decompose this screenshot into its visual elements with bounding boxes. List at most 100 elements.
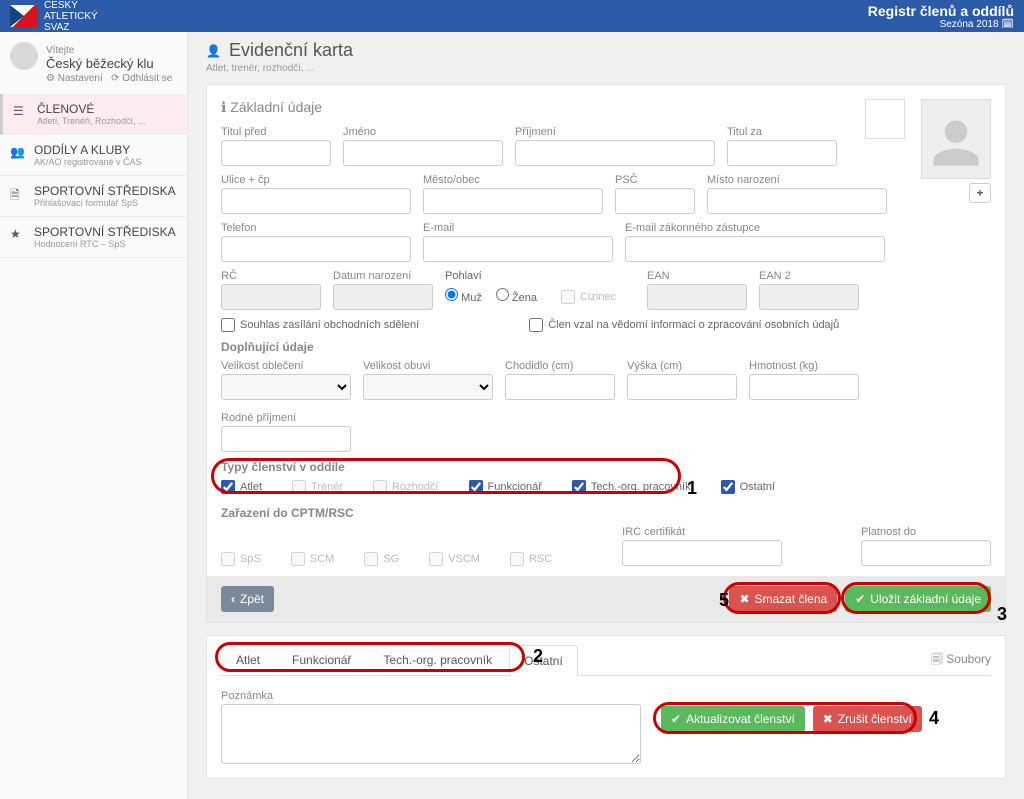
sex-female-label: Žena [512,292,537,304]
save-basic-button[interactable]: Uložit základní údaje [845,586,991,612]
logout-link[interactable]: Odhlásit se [122,73,172,84]
sex-female-radio[interactable] [496,288,509,301]
label-title-after: Titul za [727,126,837,138]
update-membership-button[interactable]: Aktualizovat členství [661,706,805,732]
cloth-select[interactable] [221,374,351,400]
type-tech-check[interactable] [572,480,586,494]
tab-bar: Atlet Funkcionář Tech.-org. pracovník Os… [221,644,991,676]
ean2-input[interactable] [759,284,859,310]
type-official-check[interactable] [469,480,483,494]
x-icon [739,592,749,606]
basic-heading: Základní údaje [230,99,322,115]
page-title: Evidenční karta [229,40,353,61]
sex-male-radio[interactable] [445,288,458,301]
actions-bar: Zpět Smazat člena Uložit základní údaje … [207,576,1005,622]
note-textarea[interactable] [221,704,641,764]
foot-input[interactable] [505,374,615,400]
street-input[interactable] [221,188,411,214]
annotation-num-4: 4 [929,708,939,729]
cptm-heading: Zařazení do CPTM/RSC [221,506,991,520]
check-icon [855,592,865,606]
valid-input[interactable] [861,540,991,566]
label-phone: Telefon [221,222,411,234]
nav-members[interactable]: ☰ ČLENOVÉ Atleti, Trenéři, Rozhodčí, ... [0,94,187,135]
sex-male-label: Muž [461,292,482,304]
phone-input[interactable] [221,236,411,262]
ean-input[interactable] [647,284,747,310]
maiden-input[interactable] [221,426,351,452]
type-athlete-check[interactable] [221,480,235,494]
consent-gdpr-label: Člen vzal na vědomí informaci o zpracová… [548,319,839,331]
email-input[interactable] [423,236,613,262]
files-link[interactable]: 🗐 Soubory [931,650,991,671]
rc-input[interactable] [221,284,321,310]
nav-members-sub: Atleti, Trenéři, Rozhodčí, ... [37,116,177,126]
annotation-num-3: 3 [997,604,1007,625]
height-input[interactable] [627,374,737,400]
nav-clubs[interactable]: 👥 ODDÍLY A KLUBY AK/AO registrované v ČA… [0,135,187,176]
zip-input[interactable] [615,188,695,214]
gear-icon [46,73,55,84]
back-button[interactable]: Zpět [221,586,274,612]
nav-centers-form[interactable]: 🗎 SPORTOVNÍ STŘEDISKA Přihlašovací formu… [0,176,187,217]
tab-tech[interactable]: Tech.-org. pracovník [368,644,507,675]
label-title-before: Titul před [221,126,331,138]
label-email: E-mail [423,222,613,234]
label-weight: Hmotnost (kg) [749,360,859,372]
irc-input[interactable] [622,540,782,566]
label-maiden: Rodné příjmení [221,412,351,424]
back-label: Zpět [240,592,264,606]
basic-info-card: Základní údaje + Titul před Jméno Příjme… [206,84,1006,623]
org-line2: ATLETICKÝ [44,11,98,22]
consent-marketing-check[interactable] [221,318,235,332]
delete-member-button[interactable]: Smazat člena [729,586,837,612]
files-label: Soubory [946,652,991,666]
tab-athlete[interactable]: Atlet [221,644,275,675]
shoe-select[interactable] [363,374,493,400]
firstname-input[interactable] [343,140,503,166]
nav-centers1-sub: Přihlašovací formulář SpS [34,198,177,208]
label-surname: Příjmení [515,126,715,138]
title-before-input[interactable] [221,140,331,166]
club-name: Český běžecký klu [46,56,172,71]
label-zip: PSČ [615,174,695,186]
org-line3: SVAZ [44,22,98,33]
foreigner-label: Cizinec [580,291,616,303]
season-label[interactable]: Sezóna 2018 🗓 [868,19,1014,30]
label-street: Ulice + čp [221,174,411,186]
cptm-sg-label: SG [383,553,399,565]
welcome-label: Vítejte [46,45,74,56]
cptm-vscm-check [429,552,443,566]
cancel-membership-button[interactable]: Zrušit členství [813,706,922,732]
top-bar: ČESKÝ ATLETICKÝ SVAZ Registr členů a odd… [0,0,1024,32]
label-valid: Platnost do [861,526,991,538]
guardian-email-input[interactable] [625,236,885,262]
cz-flag-icon [10,5,38,27]
type-other-check[interactable] [721,480,735,494]
surname-input[interactable] [515,140,715,166]
birthplace-input[interactable] [707,188,887,214]
doc-icon: 🗎 [10,186,24,200]
annotation-num-1: 1 [687,478,697,499]
types-heading: Typy členství v oddíle [221,460,991,474]
weight-input[interactable] [749,374,859,400]
type-referee-label: Rozhodčí [392,481,438,493]
cptm-rsc-check [510,552,524,566]
cptm-sg-check [364,552,378,566]
consent-marketing-label: Souhlas zasílání obchodních sdělení [240,319,419,331]
title-after-input[interactable] [727,140,837,166]
tab-official[interactable]: Funkcionář [277,644,366,675]
consent-gdpr-check[interactable] [529,318,543,332]
nav-centers1-title: SPORTOVNÍ STŘEDISKA [34,184,177,198]
birthdate-input[interactable] [333,284,433,310]
nav-centers-rating[interactable]: ★ SPORTOVNÍ STŘEDISKA Hodnocení RTC – Sp… [0,217,187,258]
cancel-label: Zrušit členství [838,712,912,726]
nav-centers2-sub: Hodnocení RTC – SpS [34,239,177,249]
city-input[interactable] [423,188,603,214]
label-irc: IRC certifikát [622,526,782,538]
tab-other[interactable]: Ostatní [509,645,578,676]
logout-icon [111,73,119,84]
add-photo-button[interactable]: + [969,183,991,203]
settings-link[interactable]: Nastavení [58,73,103,84]
save-label: Uložit základní údaje [870,592,981,606]
